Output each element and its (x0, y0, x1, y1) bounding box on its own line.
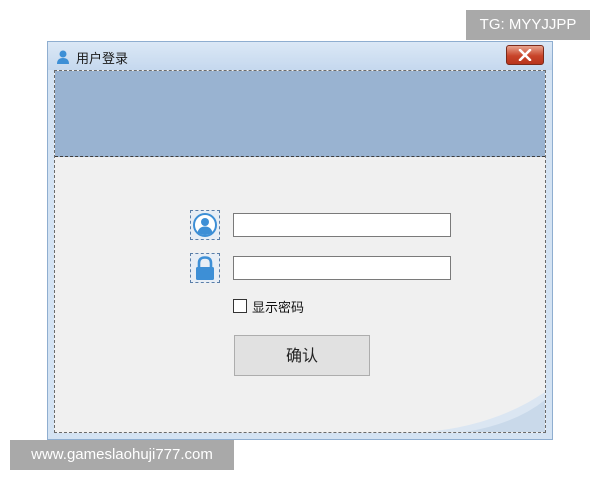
confirm-button[interactable]: 确认 (234, 335, 370, 376)
header-banner (55, 71, 545, 157)
user-icon (190, 210, 220, 240)
lock-icon (190, 253, 220, 283)
title-bar[interactable]: 用户登录 (48, 42, 552, 70)
username-input[interactable] (233, 213, 451, 237)
watermark-telegram: TG: MYYJJPP (466, 10, 590, 40)
watermark-website: www.gameslaohuji777.com (10, 440, 234, 470)
app-icon (56, 49, 70, 65)
show-password-label: 显示密码 (252, 301, 305, 316)
window-title: 用户登录 (76, 52, 129, 67)
close-icon (518, 49, 532, 61)
screen: 用户登录 显示密码 确认 TG: MYYJJPP www.gameslaohuj… (0, 0, 600, 480)
close-button[interactable] (506, 45, 544, 65)
password-input[interactable] (233, 256, 451, 280)
show-password-checkbox[interactable] (233, 299, 247, 313)
client-area: 显示密码 确认 (54, 70, 546, 433)
corner-decoration (425, 392, 545, 432)
login-window: 用户登录 显示密码 确认 (47, 41, 553, 440)
